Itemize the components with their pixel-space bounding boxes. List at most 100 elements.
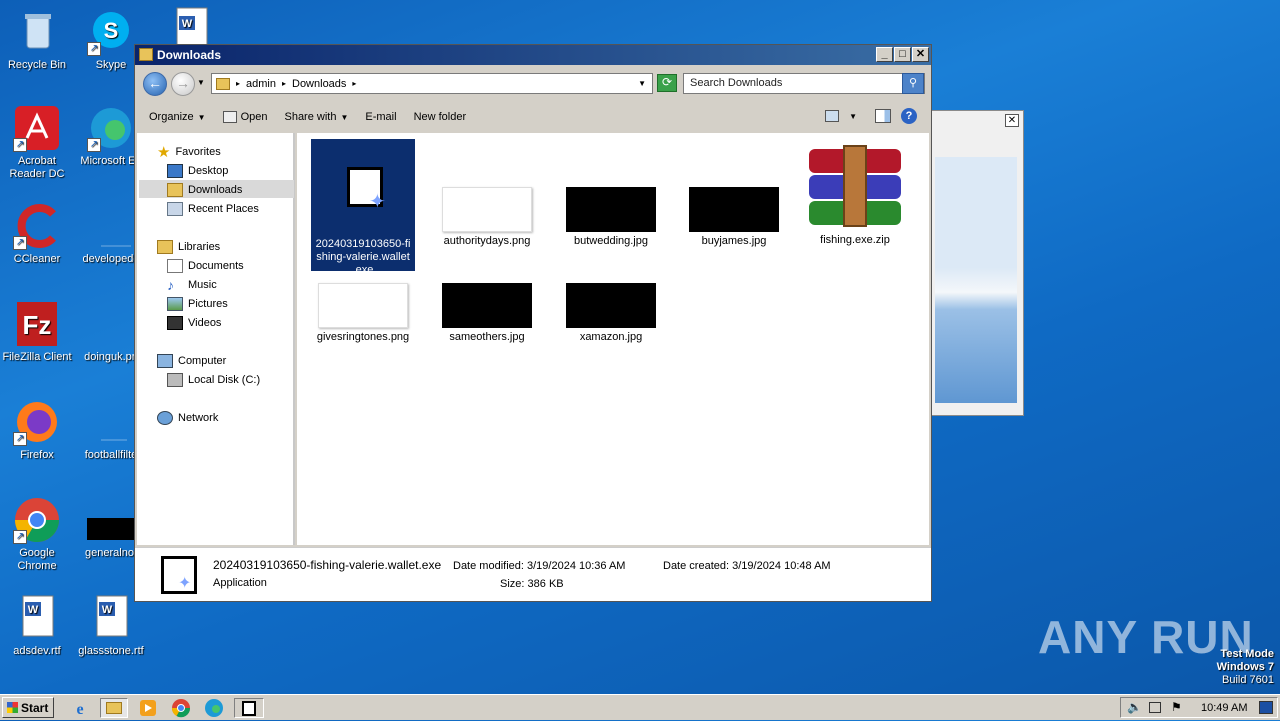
refresh-button[interactable]: ⟳ [657,74,677,92]
taskbar: Start e 🔈 ⚑ 10:49 AM [0,694,1280,720]
application-taskbar-icon[interactable] [234,698,264,718]
search-input[interactable]: Search Downloads ⚲ [683,73,925,94]
breadcrumb-admin[interactable]: admin [246,78,276,90]
file-thumbnail-icon [87,300,135,348]
file-name: butwedding.jpg [573,235,648,247]
file-item-jpg[interactable]: sameothers.jpg [435,283,539,344]
nav-item-downloads[interactable]: Downloads [167,181,242,199]
volume-icon[interactable]: 🔈 [1127,700,1142,714]
start-button[interactable]: Start [2,697,54,718]
desktop-icon-glassstone[interactable]: W glassstone.rtf [74,594,148,658]
edge-icon: ↗ [87,104,135,152]
recycle-bin-icon [13,8,61,56]
clock[interactable]: 10:49 AM [1201,702,1247,714]
view-options-icon[interactable] [825,110,840,122]
nav-label: Documents [188,260,244,272]
file-item-zip[interactable]: fishing.exe.zip [803,139,907,247]
organize-button[interactable]: Organize ▼ [149,111,206,123]
flag-icon[interactable]: ⚑ [1171,700,1182,714]
file-item-jpg[interactable]: butwedding.jpg [559,187,663,248]
explorer-taskbar-icon[interactable] [100,698,128,718]
black-image-thumbnail [566,283,656,328]
new-folder-label: New folder [413,111,467,123]
star-icon: ★ [157,144,171,161]
file-item-jpg[interactable]: buyjames.jpg [682,187,786,248]
new-folder-button[interactable]: New folder [414,111,467,123]
svg-text:e: e [76,701,83,718]
nav-item-recent-places[interactable]: Recent Places [167,200,259,218]
nav-item-videos[interactable]: Videos [167,314,221,332]
recent-pages-dropdown-icon[interactable]: ▼ [197,78,205,87]
breadcrumb-downloads[interactable]: Downloads [292,78,346,90]
explorer-window[interactable]: Downloads _ □ ✕ ← → ▼ ▸ admin ▸ Download… [134,44,932,602]
chrome-icon[interactable] [171,698,191,718]
minimize-button[interactable]: _ [876,47,893,62]
desktop-icon-chrome[interactable]: ↗ Google Chrome [0,496,74,573]
network-tray-icon[interactable] [1149,702,1161,713]
help-icon[interactable]: ? [901,108,917,124]
breadcrumb-separator[interactable]: ▸ [352,79,356,88]
file-name: givesringtones.png [316,331,410,343]
skype-icon: S ↗ [87,8,135,56]
chevron-down-icon: ▼ [340,112,349,122]
preview-pane-icon[interactable] [875,109,891,123]
breadcrumb-separator[interactable]: ▸ [282,79,286,88]
show-desktop-button[interactable] [1259,701,1273,714]
file-list[interactable]: ✦ 20240319103650-fi shing-valerie.wallet… [297,133,929,545]
open-button[interactable]: Open [222,111,267,123]
shortcut-arrow-icon: ↗ [13,236,27,250]
breadcrumb-separator[interactable]: ▸ [236,79,240,88]
chevron-down-icon[interactable]: ▼ [849,112,857,121]
close-icon[interactable]: ✕ [1005,114,1019,127]
desktop-icon-filezilla[interactable]: Fz FileZilla Client [0,300,74,364]
window-title: Downloads [157,48,222,62]
email-button[interactable]: E-mail [365,111,396,123]
pictures-icon [167,297,183,311]
desktop-icon-firefox[interactable]: ↗ Firefox [0,398,74,462]
documents-icon [167,259,183,273]
application-file-icon: ✦ [315,139,411,235]
nav-item-computer[interactable]: Computer [157,352,226,370]
file-thumbnail-icon [87,202,135,250]
background-image-viewer-window[interactable]: ✕ [926,110,1024,416]
folder-icon [216,77,230,90]
nav-item-libraries[interactable]: Libraries [157,238,220,256]
address-row: ← → ▼ ▸ admin ▸ Downloads ▸ ▼ ⟳ Search D… [135,69,931,99]
nav-item-pictures[interactable]: Pictures [167,295,228,313]
test-mode-notice: Test Mode Windows 7 Build 7601 [1216,648,1274,686]
nav-item-music[interactable]: ♪ Music [167,276,217,294]
nav-item-network[interactable]: Network [157,409,218,427]
chevron-down-icon: ▼ [197,112,206,122]
address-bar[interactable]: ▸ admin ▸ Downloads ▸ ▼ [211,73,653,94]
internet-explorer-icon[interactable]: e [70,698,90,718]
file-item-png[interactable]: authoritydays.png [435,187,539,248]
file-item-jpg[interactable]: xamazon.jpg [559,283,663,344]
close-button[interactable]: ✕ [912,47,929,62]
nav-item-favorites[interactable]: ★ Favorites [157,143,221,161]
acrobat-icon: ↗ [13,104,61,152]
file-item-png[interactable]: givesringtones.png [311,283,415,344]
title-bar[interactable]: Downloads _ □ ✕ [135,45,931,65]
filezilla-icon: Fz [13,300,61,348]
file-item-exe[interactable]: ✦ 20240319103650-fi shing-valerie.wallet… [311,139,415,276]
desktop-icon-recycle-bin[interactable]: Recycle Bin [0,8,74,72]
desktop-icon-label: CCleaner [13,253,61,265]
nav-item-desktop[interactable]: Desktop [167,162,228,180]
details-filename: 20240319103650-fishing-valerie.wallet.ex… [213,558,442,572]
search-placeholder: Search Downloads [690,77,783,89]
edge-icon[interactable] [204,698,224,718]
file-name: sameothers.jpg [449,331,525,343]
forward-button[interactable]: → [171,72,195,96]
desktop-icon-acrobat[interactable]: ↗ Acrobat Reader DC [0,104,74,181]
maximize-button[interactable]: □ [894,47,911,62]
back-button[interactable]: ← [143,72,167,96]
address-dropdown-icon[interactable]: ▼ [638,79,646,88]
desktop-icon-ccleaner[interactable]: ↗ CCleaner [0,202,74,266]
search-icon[interactable]: ⚲ [902,73,924,94]
desktop-icon-adsdev[interactable]: W adsdev.rtf [0,594,74,658]
nav-item-documents[interactable]: Documents [167,257,244,275]
desktop-icon-label: glassstone.rtf [78,645,144,657]
media-player-icon[interactable] [138,698,158,718]
share-with-button[interactable]: Share with ▼ [284,111,348,123]
nav-item-local-disk[interactable]: Local Disk (C:) [167,371,260,389]
